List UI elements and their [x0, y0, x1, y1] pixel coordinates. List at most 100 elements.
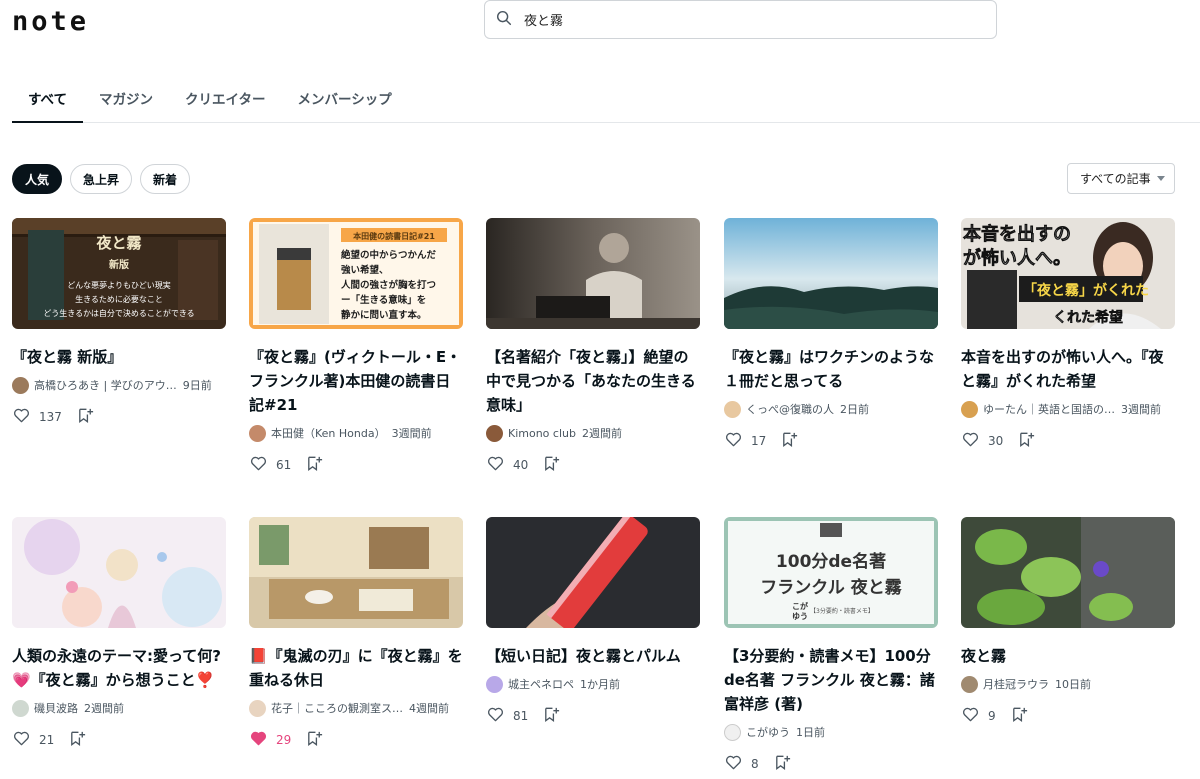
author-name[interactable]: 本田健（Ken Honda）	[271, 425, 386, 441]
search-input[interactable]: 夜と霧	[524, 10, 563, 29]
thumb-text: どう生きるかは自分で決めることができる	[43, 308, 194, 318]
article-title[interactable]: 【短い日記】夜と霧とパルム	[486, 644, 700, 668]
article-actions: 61	[249, 455, 463, 475]
article-thumbnail[interactable]	[724, 218, 938, 329]
note-logo[interactable]: note	[12, 6, 89, 37]
article-card[interactable]: 【名著紹介「夜と霧」】絶望の中で見つかる「あなたの生きる意味」 Kimono c…	[486, 218, 700, 475]
article-actions: 29	[249, 730, 463, 750]
heart-icon[interactable]	[249, 454, 268, 476]
search-bar[interactable]: 夜と霧	[484, 0, 997, 39]
author-name[interactable]: 磯貝波路	[34, 700, 78, 716]
avatar[interactable]	[724, 723, 741, 741]
bookmark-add-icon[interactable]	[1017, 430, 1036, 452]
article-card[interactable]: 人類の永遠のテーマ:愛って何?💗『夜と霧』から想うこと❣️ 磯貝波路 2週間前 …	[12, 517, 226, 750]
article-title[interactable]: 『夜と霧』(ヴィクトール・E・フランクル著)本田健の読書日記#21	[249, 345, 463, 417]
bookmark-add-icon[interactable]	[542, 454, 561, 476]
post-time: 2週間前	[581, 427, 622, 440]
author-name[interactable]: 城主ペネロペ	[508, 676, 574, 692]
article-title[interactable]: 夜と霧	[961, 644, 1175, 668]
article-thumbnail[interactable]	[961, 517, 1175, 628]
author-name[interactable]: 月桂冠ラウラ	[983, 676, 1049, 692]
article-actions: 8	[724, 754, 938, 774]
heart-icon[interactable]	[961, 430, 980, 452]
heart-icon[interactable]	[961, 705, 980, 727]
bookmark-add-icon[interactable]	[542, 705, 561, 727]
article-card[interactable]: 本田健の読書日記#21 絶望の中からつかんだ 強い希望、 人間の強さが胸を打つ …	[249, 218, 463, 475]
heart-icon[interactable]	[249, 729, 268, 751]
author-name[interactable]: 花子｜こころの観測室ス…	[271, 700, 403, 716]
author-name[interactable]: 高橋ひろあき | 学びのアウ…	[34, 377, 177, 393]
thumb-text: 静かに問い直す本。	[341, 309, 427, 321]
avatar[interactable]	[961, 675, 978, 693]
article-title[interactable]: 人類の永遠のテーマ:愛って何?💗『夜と霧』から想うこと❣️	[12, 644, 226, 692]
avatar[interactable]	[724, 400, 741, 418]
bookmark-add-icon[interactable]	[780, 430, 799, 452]
post-time: 3週間前	[1121, 403, 1161, 416]
article-thumbnail[interactable]: 夜と霧 新版 どんな悪夢よりもひどい現実 生きるために必要なこと どう生きるかは…	[12, 218, 226, 329]
article-title[interactable]: 📕『鬼滅の刃』に『夜と霧』を重ねる休日	[249, 644, 463, 692]
author-name[interactable]: ゆーたん｜英語と国語の…	[983, 401, 1115, 417]
avatar[interactable]	[961, 400, 978, 418]
bookmark-add-icon[interactable]	[68, 729, 87, 751]
article-actions: 40	[486, 455, 700, 475]
article-thumbnail[interactable]	[12, 517, 226, 628]
article-thumbnail[interactable]: 本田健の読書日記#21 絶望の中からつかんだ 強い希望、 人間の強さが胸を打つ …	[249, 218, 463, 329]
article-thumbnail[interactable]: 100分de名著 フランクル 夜と霧 こが ゆう 【3分要約・読書メモ】	[724, 517, 938, 628]
bookmark-add-icon[interactable]	[76, 406, 95, 428]
bookmark-add-icon[interactable]	[773, 753, 792, 775]
heart-icon[interactable]	[12, 729, 31, 751]
article-title[interactable]: 【3分要約・読書メモ】100分de名著 フランクル 夜と霧：諸富祥彦 (著)	[724, 644, 938, 716]
article-actions: 9	[961, 706, 1175, 726]
author-name[interactable]: Kimono club	[508, 427, 576, 440]
heart-icon[interactable]	[486, 454, 505, 476]
article-meta: ゆーたん｜英語と国語の… 3週間前	[961, 399, 1175, 419]
avatar[interactable]	[12, 699, 29, 717]
article-card[interactable]: 100分de名著 フランクル 夜と霧 こが ゆう 【3分要約・読書メモ】 【3分…	[724, 517, 938, 774]
author-name[interactable]: くっぺ@復職の人	[746, 401, 834, 417]
article-card[interactable]: 『夜と霧』はワクチンのような１冊だと思ってる くっぺ@復職の人 2日前 17	[724, 218, 938, 451]
article-card[interactable]: 夜と霧 新版 どんな悪夢よりもひどい現実 生きるために必要なこと どう生きるかは…	[12, 218, 226, 427]
tab-creator[interactable]: クリエイター	[169, 74, 281, 123]
avatar[interactable]	[249, 424, 266, 442]
article-thumbnail[interactable]	[486, 218, 700, 329]
author-name[interactable]: こがゆう	[746, 724, 790, 740]
tab-all[interactable]: すべて	[12, 74, 84, 123]
article-title[interactable]: 本音を出すのが怖い人へ。『夜と霧』がくれた希望	[961, 345, 1175, 393]
article-card[interactable]: 【短い日記】夜と霧とパルム 城主ペネロペ 1か月前 81	[486, 517, 700, 726]
avatar[interactable]	[12, 376, 29, 394]
thumb-text: が怖い人へ。	[963, 247, 1071, 269]
caret-down-icon	[1156, 176, 1165, 181]
bookmark-add-icon[interactable]	[305, 454, 324, 476]
tab-magazine[interactable]: マガジン	[83, 74, 169, 123]
heart-icon[interactable]	[486, 705, 505, 727]
article-meta: 高橋ひろあき | 学びのアウ… 9日前	[12, 375, 226, 395]
filter-trending[interactable]: 急上昇	[70, 164, 133, 194]
heart-icon[interactable]	[724, 430, 743, 452]
article-title[interactable]: 『夜と霧』はワクチンのような１冊だと思ってる	[724, 345, 938, 393]
bookmark-add-icon[interactable]	[1010, 705, 1029, 727]
article-type-select[interactable]: すべての記事	[1067, 163, 1175, 194]
article-title[interactable]: 『夜と霧 新版』	[12, 345, 226, 369]
like-count: 40	[513, 458, 529, 472]
tab-membership[interactable]: メンバーシップ	[281, 74, 407, 123]
article-card[interactable]: 本音を出すの が怖い人へ。 「夜と霧」がくれた くれた希望 本音を出すのが怖い人…	[961, 218, 1175, 451]
like-count: 81	[513, 709, 529, 723]
article-meta: 本田健（Ken Honda） 3週間前	[249, 423, 463, 443]
article-actions: 81	[486, 706, 700, 726]
filter-new[interactable]: 新着	[140, 164, 191, 194]
article-title[interactable]: 【名著紹介「夜と霧」】絶望の中で見つかる「あなたの生きる意味」	[486, 345, 700, 417]
article-card[interactable]: 📕『鬼滅の刃』に『夜と霧』を重ねる休日 花子｜こころの観測室ス… 4週間前 29	[249, 517, 463, 750]
article-thumbnail[interactable]	[249, 517, 463, 628]
thumb-text: 「夜と霧」がくれた	[1023, 282, 1149, 299]
avatar[interactable]	[249, 699, 266, 717]
article-card[interactable]: 夜と霧 月桂冠ラウラ 10日前 9	[961, 517, 1175, 726]
heart-icon[interactable]	[12, 406, 31, 428]
article-thumbnail[interactable]: 本音を出すの が怖い人へ。 「夜と霧」がくれた くれた希望	[961, 218, 1175, 329]
thumb-text: ー「生きる意味」を	[341, 294, 426, 306]
heart-icon[interactable]	[724, 753, 743, 775]
filter-popular[interactable]: 人気	[12, 164, 63, 194]
bookmark-add-icon[interactable]	[305, 729, 324, 751]
avatar[interactable]	[486, 675, 503, 693]
avatar[interactable]	[486, 424, 503, 442]
article-thumbnail[interactable]	[486, 517, 700, 628]
